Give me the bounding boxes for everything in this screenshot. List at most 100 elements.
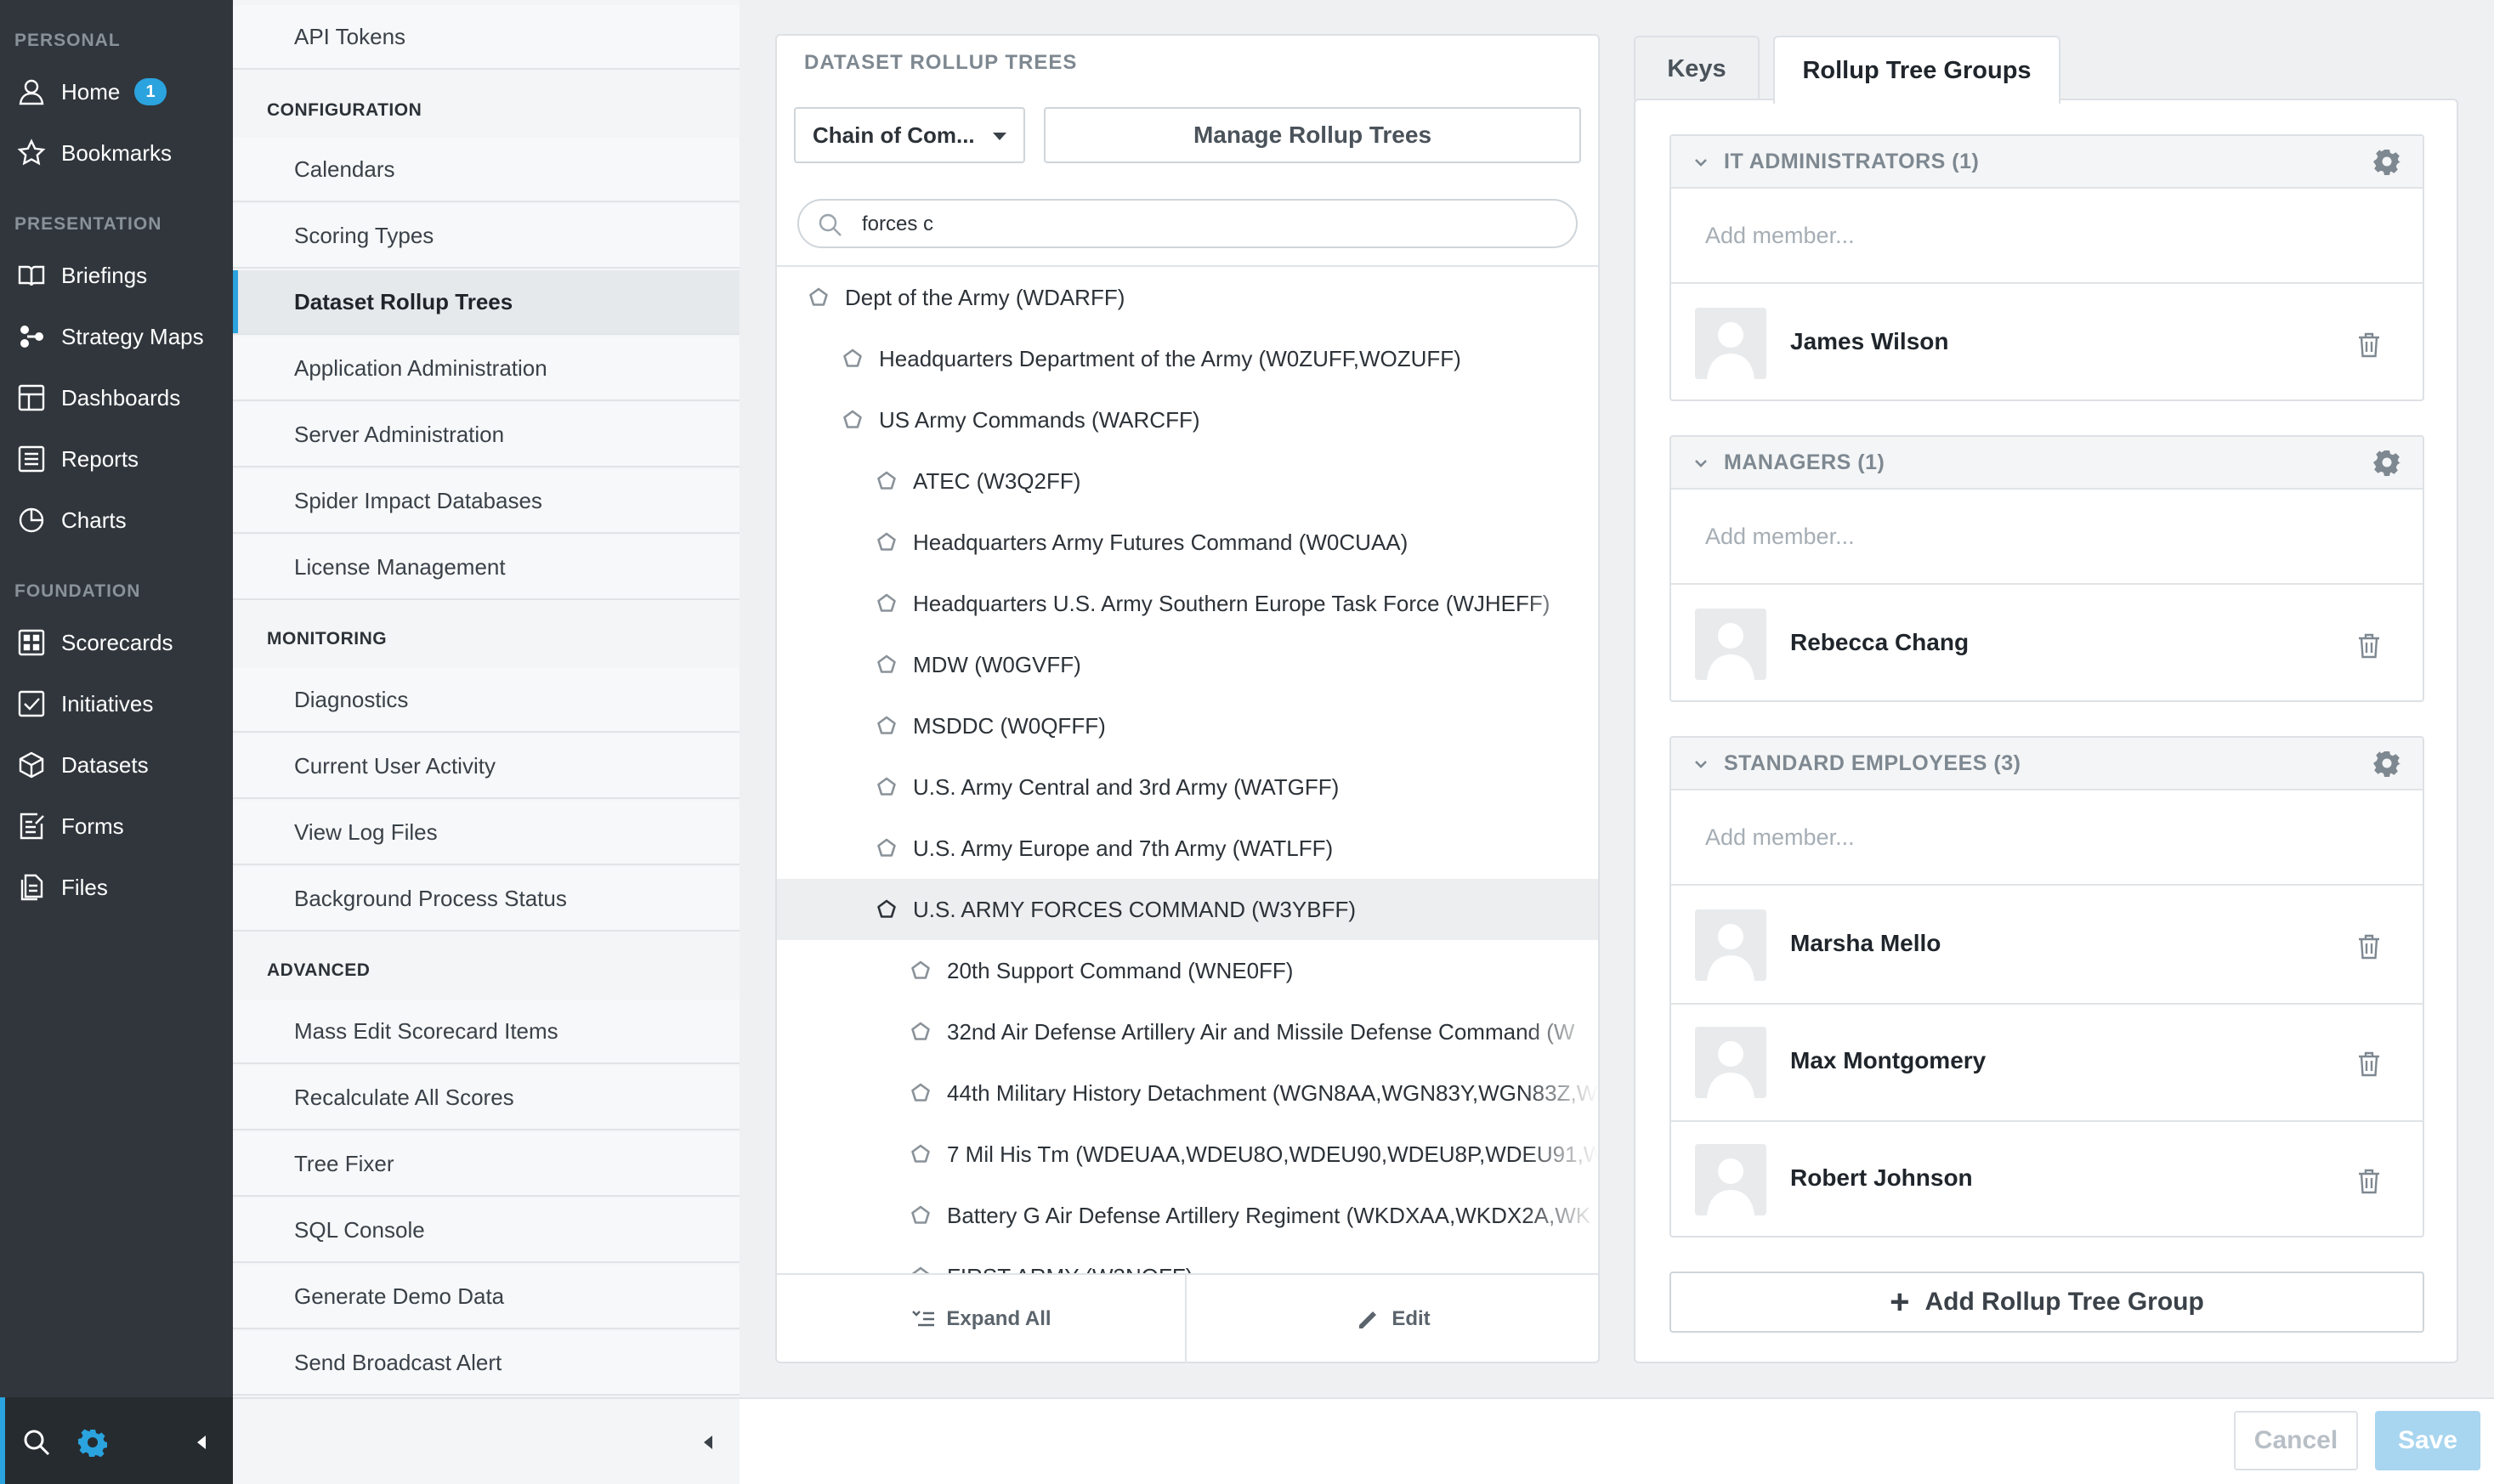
tree-node-label: FIRST ARMY (W3NOFF) <box>947 1264 1193 1274</box>
add-rollup-tree-group-button[interactable]: + Add Rollup Tree Group <box>1669 1272 2424 1333</box>
tree-node[interactable]: 7 Mil His Tm (WDEUAA,WDEU8O,WDEU90,WDEU8… <box>777 1124 1598 1185</box>
tree-node[interactable]: Headquarters Department of the Army (W0Z… <box>777 328 1598 389</box>
menu-item-recalculate-all-scores[interactable]: Recalculate All Scores <box>233 1066 740 1130</box>
group-header[interactable]: MANAGERS (1) <box>1671 437 2423 490</box>
menu-item-current-user-activity[interactable]: Current User Activity <box>233 734 740 799</box>
overflow-fade <box>1522 267 1598 328</box>
menu-item-application-administration[interactable]: Application Administration <box>233 337 740 401</box>
overflow-fade <box>1522 573 1598 634</box>
pentagon-node-icon <box>911 1144 930 1163</box>
tree-node[interactable]: Dept of the Army (WDARFF) <box>777 267 1598 328</box>
tree-node[interactable]: Battery G Air Defense Artillery Regiment… <box>777 1185 1598 1246</box>
menu-item-api-tokens[interactable]: API Tokens <box>233 5 740 70</box>
nav-item-scorecards[interactable]: Scorecards <box>0 617 233 668</box>
form-edit-icon <box>20 813 44 840</box>
tab-keys[interactable]: Keys <box>1634 36 1760 100</box>
cancel-button[interactable]: Cancel <box>2234 1411 2358 1470</box>
nav-item-label: Home <box>61 78 121 105</box>
tree-node[interactable]: Headquarters U.S. Army Southern Europe T… <box>777 573 1598 634</box>
nav-item-initiatives[interactable]: Initiatives <box>0 678 233 729</box>
chevron-down-icon[interactable] <box>1693 155 1709 170</box>
expand-all-button[interactable]: Expand All <box>777 1275 1187 1363</box>
nav-item-briefings[interactable]: Briefings <box>0 250 233 301</box>
overflow-fade <box>1522 879 1598 940</box>
menu-item-send-broadcast-alert[interactable]: Send Broadcast Alert <box>233 1331 740 1396</box>
tree-node[interactable]: MDW (W0GVFF) <box>777 634 1598 695</box>
tree-node[interactable]: U.S. Army Europe and 7th Army (WATLFF) <box>777 818 1598 879</box>
add-group-label: Add Rollup Tree Group <box>1924 1288 2204 1316</box>
save-button[interactable]: Save <box>2375 1411 2480 1470</box>
menu-item-background-process-status[interactable]: Background Process Status <box>233 867 740 932</box>
trash-icon[interactable] <box>2356 1051 2382 1078</box>
tree-node[interactable]: FIRST ARMY (W3NOFF) <box>777 1246 1598 1273</box>
trash-icon[interactable] <box>2356 1168 2382 1195</box>
collapse-left-icon[interactable] <box>192 1433 211 1452</box>
avatar <box>1695 1027 1766 1098</box>
nav-bottom-accent <box>0 1397 5 1484</box>
menu-item-calendars[interactable]: Calendars <box>233 138 740 202</box>
menu-item-server-administration[interactable]: Server Administration <box>233 403 740 467</box>
menu-item-scoring-types[interactable]: Scoring Types <box>233 204 740 269</box>
nav-item-label: Files <box>61 874 108 900</box>
tree-node[interactable]: 20th Support Command (WNE0FF) <box>777 940 1598 1001</box>
avatar <box>1695 1144 1766 1215</box>
caret-down-icon <box>993 133 1006 140</box>
gear-icon[interactable] <box>2373 750 2400 777</box>
tree-node[interactable]: MSDDC (W0QFFF) <box>777 695 1598 756</box>
member-name: Marsha Mello <box>1790 930 1941 956</box>
menu-item-view-log-files[interactable]: View Log Files <box>233 801 740 865</box>
trash-icon[interactable] <box>2356 933 2382 960</box>
tree-node[interactable]: US Army Commands (WARCFF) <box>777 389 1598 450</box>
gear-icon[interactable] <box>2373 148 2400 175</box>
tree-select-dropdown[interactable]: Chain of Com... <box>794 107 1025 163</box>
tree-node-label: Headquarters Department of the Army (W0Z… <box>879 345 1461 371</box>
overflow-fade <box>1522 1246 1598 1273</box>
gear-icon[interactable] <box>78 1428 107 1457</box>
nav-item-home[interactable]: Home 1 <box>0 66 233 117</box>
menu-item-tree-fixer[interactable]: Tree Fixer <box>233 1132 740 1197</box>
menu-item-mass-edit-scorecard-items[interactable]: Mass Edit Scorecard Items <box>233 1000 740 1064</box>
trash-icon[interactable] <box>2356 331 2382 359</box>
cube-icon <box>19 751 44 779</box>
tree-node[interactable]: U.S. ARMY FORCES COMMAND (W3YBFF) <box>777 879 1598 940</box>
nav-item-datasets[interactable]: Datasets <box>0 739 233 790</box>
tree-node-label: U.S. Army Europe and 7th Army (WATLFF) <box>913 835 1334 861</box>
nav-item-files[interactable]: Files <box>0 862 233 913</box>
menu-item-license-management[interactable]: License Management <box>233 535 740 600</box>
edit-button[interactable]: Edit <box>1188 1275 1598 1363</box>
collapse-menu-icon[interactable] <box>699 1433 717 1452</box>
nav-item-charts[interactable]: Charts <box>0 495 233 546</box>
menu-item-generate-demo-data[interactable]: Generate Demo Data <box>233 1265 740 1329</box>
trash-icon[interactable] <box>2356 632 2382 660</box>
add-member-input[interactable]: Add member... <box>1671 189 2423 284</box>
chevron-down-icon[interactable] <box>1693 456 1709 471</box>
add-member-input[interactable]: Add member... <box>1671 490 2423 585</box>
overflow-fade <box>1522 1185 1598 1246</box>
menu-item-diagnostics[interactable]: Diagnostics <box>233 668 740 733</box>
tree-node[interactable]: 32nd Air Defense Artillery Air and Missi… <box>777 1001 1598 1062</box>
nav-item-dashboards[interactable]: Dashboards <box>0 372 233 423</box>
tree-node[interactable]: Headquarters Army Futures Command (W0CUA… <box>777 512 1598 573</box>
tab-rollup-tree-groups[interactable]: Rollup Tree Groups <box>1773 36 2060 104</box>
tree-node[interactable]: ATEC (W3Q2FF) <box>777 450 1598 512</box>
menu-item-spider-impact-databases[interactable]: Spider Impact Databases <box>233 469 740 534</box>
nav-item-reports[interactable]: Reports <box>0 433 233 484</box>
overflow-fade <box>1522 1062 1598 1124</box>
search-icon[interactable] <box>22 1428 51 1457</box>
dashboard-icon <box>18 384 45 411</box>
chevron-down-icon[interactable] <box>1693 756 1709 772</box>
nav-item-bookmarks[interactable]: Bookmarks <box>0 127 233 178</box>
rollup-tree-group: MANAGERS (1) Add member... Rebecca Chang <box>1669 435 2424 702</box>
gear-icon[interactable] <box>2373 449 2400 476</box>
nav-item-forms[interactable]: Forms <box>0 801 233 852</box>
manage-rollup-trees-button[interactable]: Manage Rollup Trees <box>1044 107 1581 163</box>
tree-search-input[interactable]: forces c <box>797 199 1578 248</box>
add-member-input[interactable]: Add member... <box>1671 790 2423 886</box>
menu-item-sql-console[interactable]: SQL Console <box>233 1198 740 1263</box>
group-header[interactable]: STANDARD EMPLOYEES (3) <box>1671 738 2423 790</box>
tree-node[interactable]: U.S. Army Central and 3rd Army (WATGFF) <box>777 756 1598 818</box>
nav-item-strategy-maps[interactable]: Strategy Maps <box>0 311 233 362</box>
group-header[interactable]: IT ADMINISTRATORS (1) <box>1671 136 2423 189</box>
menu-item-dataset-rollup-trees[interactable]: Dataset Rollup Trees <box>233 270 740 335</box>
tree-node[interactable]: 44th Military History Detachment (WGN8AA… <box>777 1062 1598 1124</box>
